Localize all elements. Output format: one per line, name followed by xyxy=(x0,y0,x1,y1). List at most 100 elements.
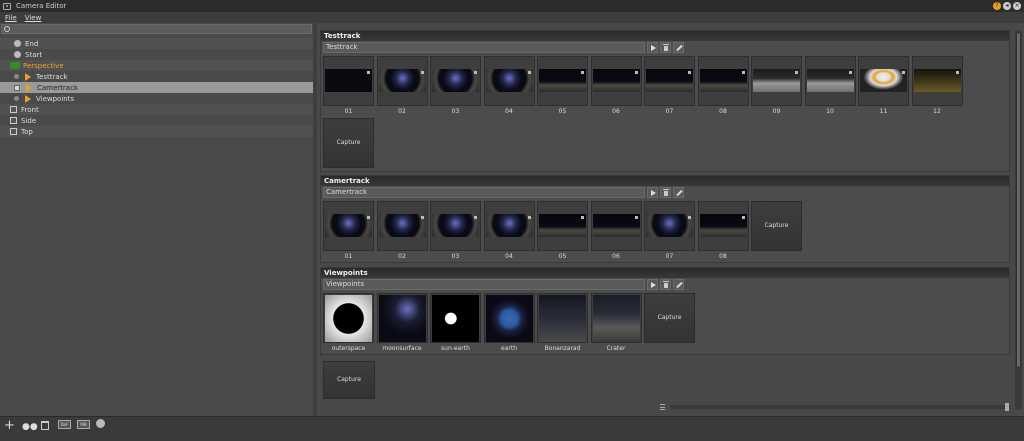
tree-item-top[interactable]: Top xyxy=(0,126,313,137)
play-button[interactable] xyxy=(647,42,658,53)
thumbnail-image xyxy=(592,214,640,237)
tree-item-start[interactable]: Start xyxy=(0,49,313,60)
trash-icon xyxy=(663,281,669,288)
panel-splitter[interactable] xyxy=(313,23,317,416)
settings-button[interactable] xyxy=(673,187,684,198)
render-icon[interactable] xyxy=(96,419,105,428)
thumbnail[interactable]: 10 xyxy=(804,56,856,115)
thumbnail[interactable]: 08 xyxy=(697,56,749,115)
thumbnail-image xyxy=(378,214,426,237)
play-button[interactable] xyxy=(647,279,658,290)
thumbnail[interactable]: 08 xyxy=(697,201,749,260)
thumbnail[interactable]: 12 xyxy=(911,56,963,115)
play-icon xyxy=(651,45,656,51)
thumbnail[interactable]: Bonanzarad xyxy=(537,293,588,352)
checkbox[interactable] xyxy=(14,84,20,91)
section-title: Viewpoints xyxy=(321,268,1009,278)
link-icon[interactable]: ●● xyxy=(22,422,38,432)
menu-bar: File View xyxy=(0,12,1024,23)
delete-button[interactable] xyxy=(660,187,671,198)
thumbnail-label: 02 xyxy=(398,108,406,115)
thumbnail[interactable]: 03 xyxy=(430,201,481,260)
add-icon[interactable]: + xyxy=(4,419,15,433)
thumbnail[interactable]: 07 xyxy=(644,201,695,260)
thumbnail-flag-icon xyxy=(581,216,584,219)
thumbnail-label: 01 xyxy=(344,108,353,115)
thumbnail[interactable]: 05 xyxy=(537,56,588,115)
thumbnail-image xyxy=(325,295,372,342)
minimize-icon[interactable]: ◂ xyxy=(1003,2,1011,10)
thumbnail[interactable]: outerspace xyxy=(323,293,374,352)
play-icon xyxy=(651,282,656,288)
tree-item-label: Side xyxy=(21,116,37,125)
settings-button[interactable] xyxy=(673,279,684,290)
thumbnail-label: 08 xyxy=(719,253,727,260)
delete-button[interactable] xyxy=(660,42,671,53)
thumbnail-image xyxy=(646,69,693,92)
thumbnail-flag-icon xyxy=(741,71,745,74)
thumbnail[interactable]: 09 xyxy=(751,56,802,115)
help-icon[interactable]: ? xyxy=(993,2,1001,10)
thumbnail-image xyxy=(432,214,479,237)
title-bar: Camera Editor ? ◂ × xyxy=(0,0,1024,12)
thumbnail[interactable]: 06 xyxy=(590,56,642,115)
tree-item-viewpoints[interactable]: Viewpoints xyxy=(0,93,313,104)
thumbnail[interactable]: sun-earth xyxy=(430,293,481,352)
search-input[interactable] xyxy=(1,24,312,34)
thumbnail-size-slider[interactable] xyxy=(670,403,1010,411)
slider-knob[interactable] xyxy=(1005,403,1009,411)
thumbnail-image xyxy=(592,295,640,342)
section-title: Testtrack xyxy=(321,31,1009,41)
dof-button[interactable]: DoF xyxy=(58,420,71,429)
play-button[interactable] xyxy=(647,187,658,198)
menu-file[interactable]: File xyxy=(5,14,17,22)
list-view-icon[interactable] xyxy=(660,404,665,410)
thumbnail[interactable]: earth xyxy=(483,293,535,352)
play-icon xyxy=(25,72,31,81)
thumbnail-flag-icon xyxy=(902,71,905,74)
tree-item-camertrack[interactable]: Camertrack xyxy=(0,82,313,93)
thumbnail[interactable]: 06 xyxy=(590,201,642,260)
thumbnail[interactable]: 04 xyxy=(483,56,535,115)
tree-item-testtrack[interactable]: Testtrack xyxy=(0,71,313,82)
capture-button[interactable]: Capture xyxy=(323,361,375,399)
expand-icon[interactable] xyxy=(14,96,19,101)
track-name-field[interactable]: Camertrack xyxy=(323,187,645,198)
thumbnail-label: earth xyxy=(501,345,517,352)
menu-view[interactable]: View xyxy=(25,14,42,22)
bottom-toolbar: + ●● DoF MB xyxy=(0,416,1024,441)
capture-button[interactable]: Capture xyxy=(644,293,695,343)
capture-button[interactable]: Capture xyxy=(751,201,802,251)
expand-icon[interactable] xyxy=(14,74,19,79)
thumbnail[interactable]: 01 xyxy=(323,56,374,115)
thumbnail-label: 08 xyxy=(719,108,727,115)
tree-item-side[interactable]: Side xyxy=(0,115,313,126)
thumbnail[interactable]: moonsurface xyxy=(376,293,428,352)
thumbnail[interactable]: 02 xyxy=(376,201,428,260)
settings-button[interactable] xyxy=(673,42,684,53)
track-name-field[interactable]: Testtrack xyxy=(323,42,645,53)
thumbnail[interactable]: Crater xyxy=(590,293,642,352)
delete-button[interactable] xyxy=(660,279,671,290)
camera-group-icon xyxy=(10,62,20,69)
mb-button[interactable]: MB xyxy=(77,420,90,429)
thumbnail[interactable]: 07 xyxy=(644,56,695,115)
track-name-field[interactable]: Viewpoints xyxy=(323,279,645,290)
thumbnail[interactable]: 02 xyxy=(376,56,428,115)
vertical-scrollbar[interactable] xyxy=(1015,30,1022,410)
thumbnail[interactable]: 04 xyxy=(483,201,535,260)
thumbnail[interactable]: 05 xyxy=(537,201,588,260)
capture-button[interactable]: Capture xyxy=(323,118,374,168)
thumbnail-flag-icon xyxy=(367,71,370,74)
scrollbar-thumb[interactable] xyxy=(1016,32,1021,368)
close-icon[interactable]: × xyxy=(1013,2,1021,10)
tree-item-perspective[interactable]: Perspective xyxy=(0,60,313,71)
app-logo-icon xyxy=(3,2,11,10)
thumbnail[interactable]: 03 xyxy=(430,56,481,115)
tree-item-end[interactable]: End xyxy=(0,38,313,49)
section-title: Camertrack xyxy=(321,176,1009,186)
tree-item-front[interactable]: Front xyxy=(0,104,313,115)
thumbnail[interactable]: 01 xyxy=(323,201,374,260)
trash-icon[interactable] xyxy=(41,421,49,430)
thumbnail[interactable]: 11 xyxy=(858,56,909,115)
